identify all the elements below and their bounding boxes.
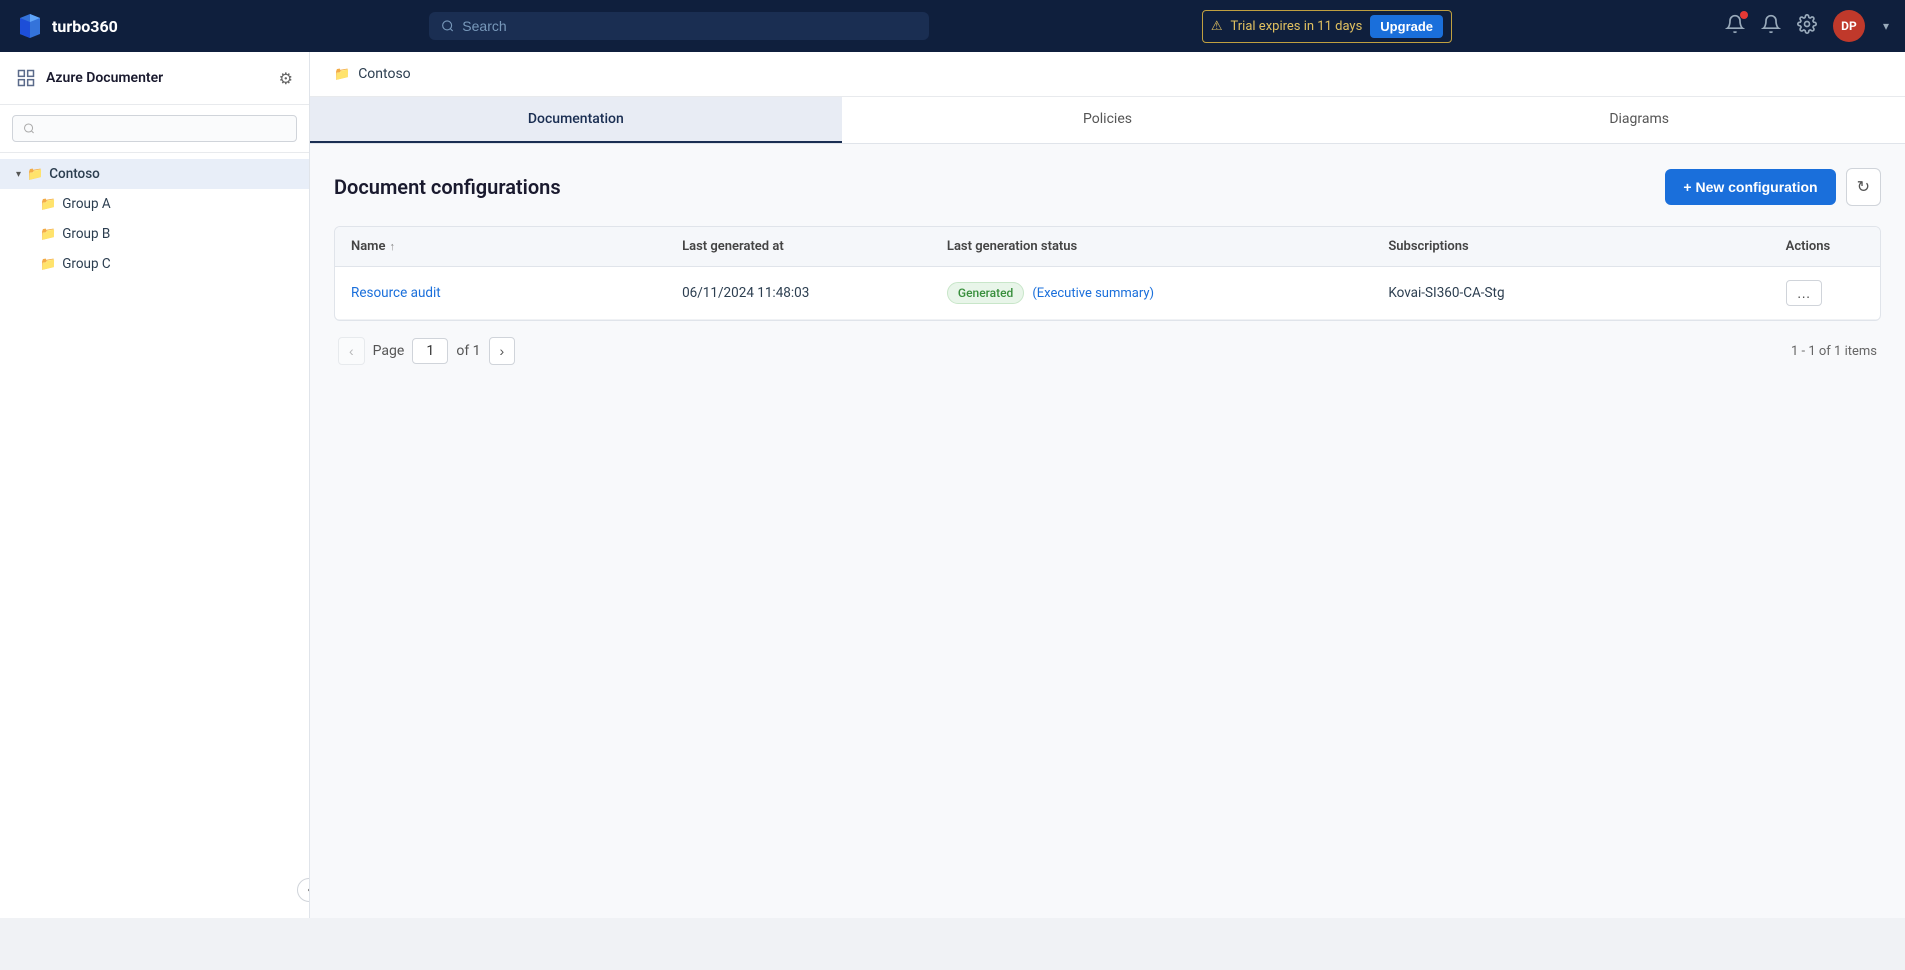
nav-icons: DP ▾ <box>1725 10 1889 42</box>
sidebar: Azure Documenter ⚙ ▾ 📁 Contoso 📁 Group A <box>0 52 310 918</box>
module-icon <box>16 68 36 88</box>
announcements-icon[interactable] <box>1725 14 1745 39</box>
tab-documentation[interactable]: Documentation <box>310 97 842 143</box>
sort-icon: ↑ <box>389 240 395 253</box>
document-config-header: Document configurations + New configurat… <box>334 168 1881 206</box>
of-label: of 1 <box>456 343 480 359</box>
breadcrumb-folder-icon: 📁 <box>334 67 350 82</box>
contoso-label: Contoso <box>49 166 100 182</box>
column-last-generated: Last generated at <box>666 227 931 266</box>
trial-text: Trial expires in 11 days <box>1231 19 1363 34</box>
prev-page-button[interactable]: ‹ <box>338 337 365 365</box>
contoso-folder-icon: 📁 <box>27 167 43 182</box>
main-content: 📁 Contoso Documentation Policies Diagram… <box>310 52 1905 918</box>
status-badge: Generated <box>947 282 1024 304</box>
search-icon <box>441 19 454 33</box>
trial-badge: ⚠ Trial expires in 11 days Upgrade <box>1202 10 1452 43</box>
status-cell: Generated (Executive summary) <box>931 267 1372 319</box>
group-a-folder-icon: 📁 <box>40 197 56 212</box>
sidebar-header: Azure Documenter ⚙ <box>0 52 309 105</box>
sidebar-item-group-c[interactable]: 📁 Group C <box>0 249 309 279</box>
app-name: turbo360 <box>52 17 118 36</box>
sidebar-search-area <box>0 105 309 153</box>
executive-summary-link[interactable]: (Executive summary) <box>1032 286 1154 301</box>
sidebar-gear-icon[interactable]: ⚙ <box>279 69 293 88</box>
group-a-label: Group A <box>62 196 111 212</box>
sidebar-item-group-b[interactable]: 📁 Group B <box>0 219 309 249</box>
sidebar-item-contoso[interactable]: ▾ 📁 Contoso <box>0 159 309 189</box>
avatar[interactable]: DP <box>1833 10 1865 42</box>
breadcrumb-label: Contoso <box>358 66 410 82</box>
column-last-status: Last generation status <box>931 227 1372 266</box>
module-name: Azure Documenter <box>46 70 269 86</box>
turbo360-logo-icon <box>16 12 44 40</box>
pagination: ‹ Page 1 of 1 › 1 - 1 of 1 items <box>334 321 1881 381</box>
group-c-label: Group C <box>62 256 111 272</box>
upgrade-button[interactable]: Upgrade <box>1370 15 1443 38</box>
logo-area: turbo360 <box>16 12 156 40</box>
group-c-folder-icon: 📁 <box>40 257 56 272</box>
search-input[interactable] <box>462 18 917 34</box>
subscriptions-cell: Kovai-SI360-CA-Stg <box>1372 267 1769 319</box>
actions-cell: … <box>1770 267 1880 319</box>
sidebar-search-bar[interactable] <box>12 115 297 142</box>
table-header: Name ↑ Last generated at Last generation… <box>335 227 1880 267</box>
warning-icon: ⚠ <box>1211 19 1223 34</box>
page-body: Document configurations + New configurat… <box>310 144 1905 918</box>
row-actions-button[interactable]: … <box>1786 280 1822 306</box>
contoso-chevron-icon: ▾ <box>16 169 21 180</box>
page-title: Document configurations <box>334 175 561 199</box>
page-label: Page <box>373 343 405 359</box>
header-actions: + New configuration ↻ <box>1665 168 1881 206</box>
sidebar-tree: ▾ 📁 Contoso 📁 Group A 📁 Group B 📁 Group … <box>0 153 309 285</box>
configurations-table: Name ↑ Last generated at Last generation… <box>334 226 1881 321</box>
sidebar-search-icon <box>23 122 35 135</box>
tabs-bar: Documentation Policies Diagrams <box>310 97 1905 144</box>
group-b-label: Group B <box>62 226 110 242</box>
group-b-folder-icon: 📁 <box>40 227 56 242</box>
top-navigation: turbo360 ⚠ Trial expires in 11 days Upgr… <box>0 0 1905 52</box>
sidebar-collapse-button[interactable]: ‹ <box>297 878 310 902</box>
tab-policies[interactable]: Policies <box>842 97 1374 143</box>
breadcrumb: 📁 Contoso <box>310 52 1905 97</box>
column-name: Name ↑ <box>335 227 666 266</box>
bell-icon[interactable] <box>1761 14 1781 39</box>
new-configuration-button[interactable]: + New configuration <box>1665 169 1835 205</box>
avatar-chevron-icon: ▾ <box>1883 19 1889 33</box>
last-generated-cell: 06/11/2024 11:48:03 <box>666 267 931 319</box>
sidebar-search-input[interactable] <box>41 121 286 136</box>
next-page-button[interactable]: › <box>489 337 516 365</box>
refresh-button[interactable]: ↻ <box>1846 168 1881 206</box>
column-subscriptions: Subscriptions <box>1372 227 1769 266</box>
settings-gear-icon[interactable] <box>1797 14 1817 39</box>
current-page: 1 <box>412 338 448 364</box>
column-actions: Actions <box>1770 227 1880 266</box>
config-name-cell[interactable]: Resource audit <box>335 267 666 319</box>
main-layout: Azure Documenter ⚙ ▾ 📁 Contoso 📁 Group A <box>0 52 1905 918</box>
notification-dot <box>1740 11 1748 19</box>
sidebar-item-group-a[interactable]: 📁 Group A <box>0 189 309 219</box>
table-row: Resource audit 06/11/2024 11:48:03 Gener… <box>335 267 1880 320</box>
items-info: 1 - 1 of 1 items <box>1791 344 1877 359</box>
tab-diagrams[interactable]: Diagrams <box>1373 97 1905 143</box>
page-nav: ‹ Page 1 of 1 › <box>338 337 515 365</box>
search-bar[interactable] <box>429 12 929 40</box>
